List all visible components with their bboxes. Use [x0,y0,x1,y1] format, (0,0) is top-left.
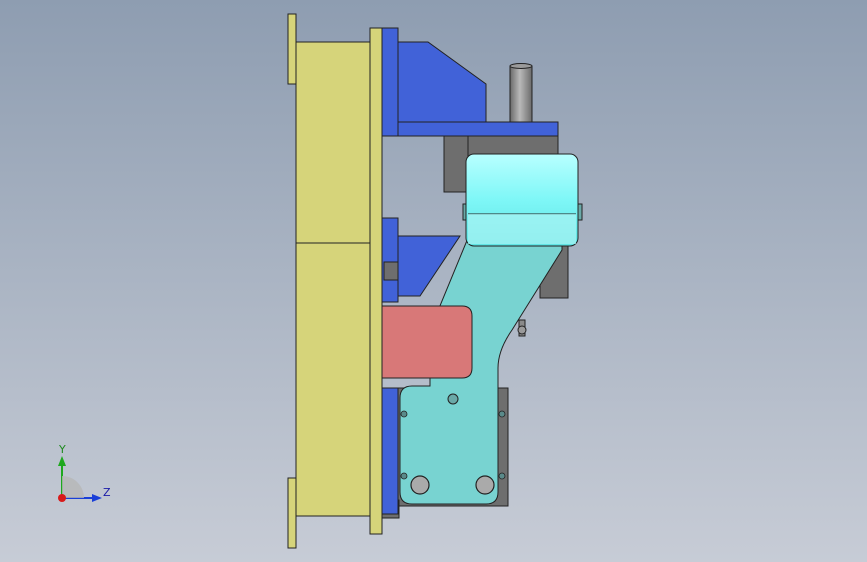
pin[interactable] [517,319,527,337]
roller[interactable] [462,153,583,247]
cad-viewport[interactable] [0,0,867,562]
red-block[interactable] [381,305,473,379]
base-plate[interactable] [287,13,383,549]
triad-y-label: Y [59,443,66,456]
triad-origin [58,494,66,502]
triad-z-label: Z [103,486,111,499]
guide-shaft[interactable] [509,63,533,123]
